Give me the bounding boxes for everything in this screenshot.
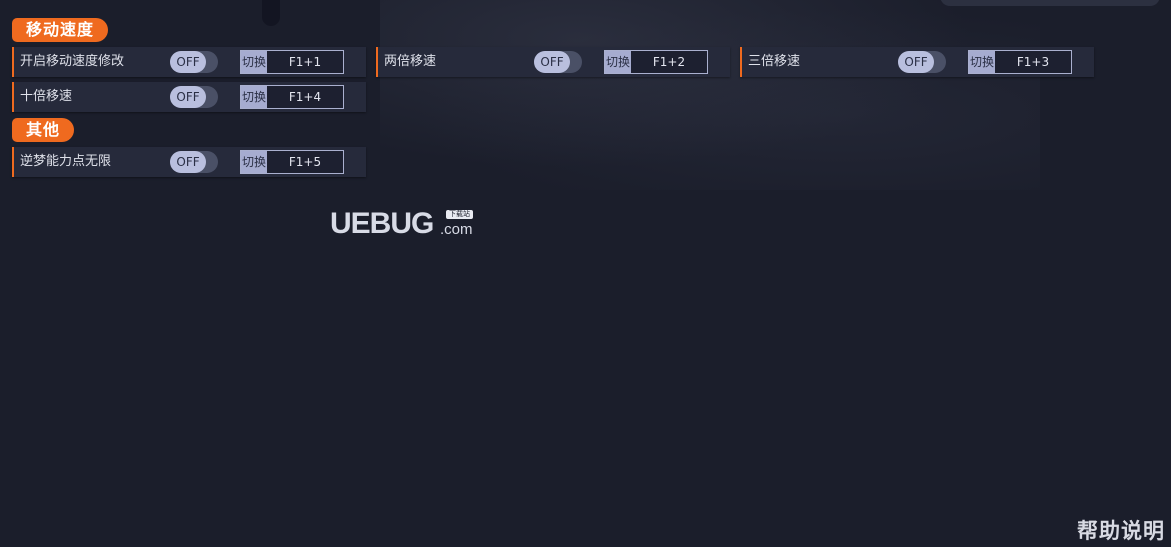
cheat-row-ten-speed: 十倍移速 OFF 切换 F1+4 [12,82,366,112]
background-decoration [940,0,1160,6]
hotkey-value: F1+1 [288,55,322,69]
cheat-label: 两倍移速 [384,54,437,69]
background-decoration [262,0,280,26]
cheat-toggle[interactable]: OFF [170,51,218,73]
cheat-label: 逆梦能力点无限 [20,154,112,169]
cheat-toggle[interactable]: OFF [534,51,582,73]
background-art [380,0,1040,190]
watermark-logo: UEBUG .com 下载站 [330,206,490,242]
cheat-row-infinite-points: 逆梦能力点无限 OFF 切换 F1+5 [12,147,366,177]
hotkey-value: F1+5 [288,155,322,169]
watermark-badge: 下载站 [446,210,473,219]
cheat-label: 三倍移速 [748,54,801,69]
hotkey-label: 切换 [241,51,267,73]
cheat-row-speed-mod: 开启移动速度修改 OFF 切换 F1+1 [12,47,366,77]
hotkey-label: 切换 [605,51,631,73]
help-button[interactable]: 帮助说明 [1077,515,1165,545]
cheat-toggle[interactable]: OFF [170,151,218,173]
cheat-toggle[interactable]: OFF [170,86,218,108]
hotkey-field[interactable]: 切换 F1+4 [240,85,344,109]
cheat-row-double-speed: 两倍移速 OFF 切换 F1+2 [376,47,730,77]
toggle-state: OFF [534,51,570,73]
toggle-state: OFF [898,51,934,73]
toggle-state: OFF [170,151,206,173]
cheat-row-triple-speed: 三倍移速 OFF 切换 F1+3 [740,47,1094,77]
watermark-domain: .com [440,221,473,238]
toggle-state: OFF [170,86,206,108]
hotkey-field[interactable]: 切换 F1+2 [604,50,708,74]
toggle-state: OFF [170,51,206,73]
hotkey-label: 切换 [969,51,995,73]
hotkey-label: 切换 [241,86,267,108]
hotkey-label: 切换 [241,151,267,173]
watermark-brand: UEBUG [330,207,434,240]
cheat-label: 十倍移速 [20,89,73,104]
hotkey-value: F1+3 [1016,55,1050,69]
hotkey-field[interactable]: 切换 F1+1 [240,50,344,74]
hotkey-value: F1+2 [652,55,686,69]
cheat-toggle[interactable]: OFF [898,51,946,73]
section-title-speed: 移动速度 [12,18,109,42]
hotkey-value: F1+4 [288,90,322,104]
cheat-label: 开启移动速度修改 [20,54,125,69]
hotkey-field[interactable]: 切换 F1+3 [968,50,1072,74]
section-title-other: 其他 [12,118,75,142]
hotkey-field[interactable]: 切换 F1+5 [240,150,344,174]
